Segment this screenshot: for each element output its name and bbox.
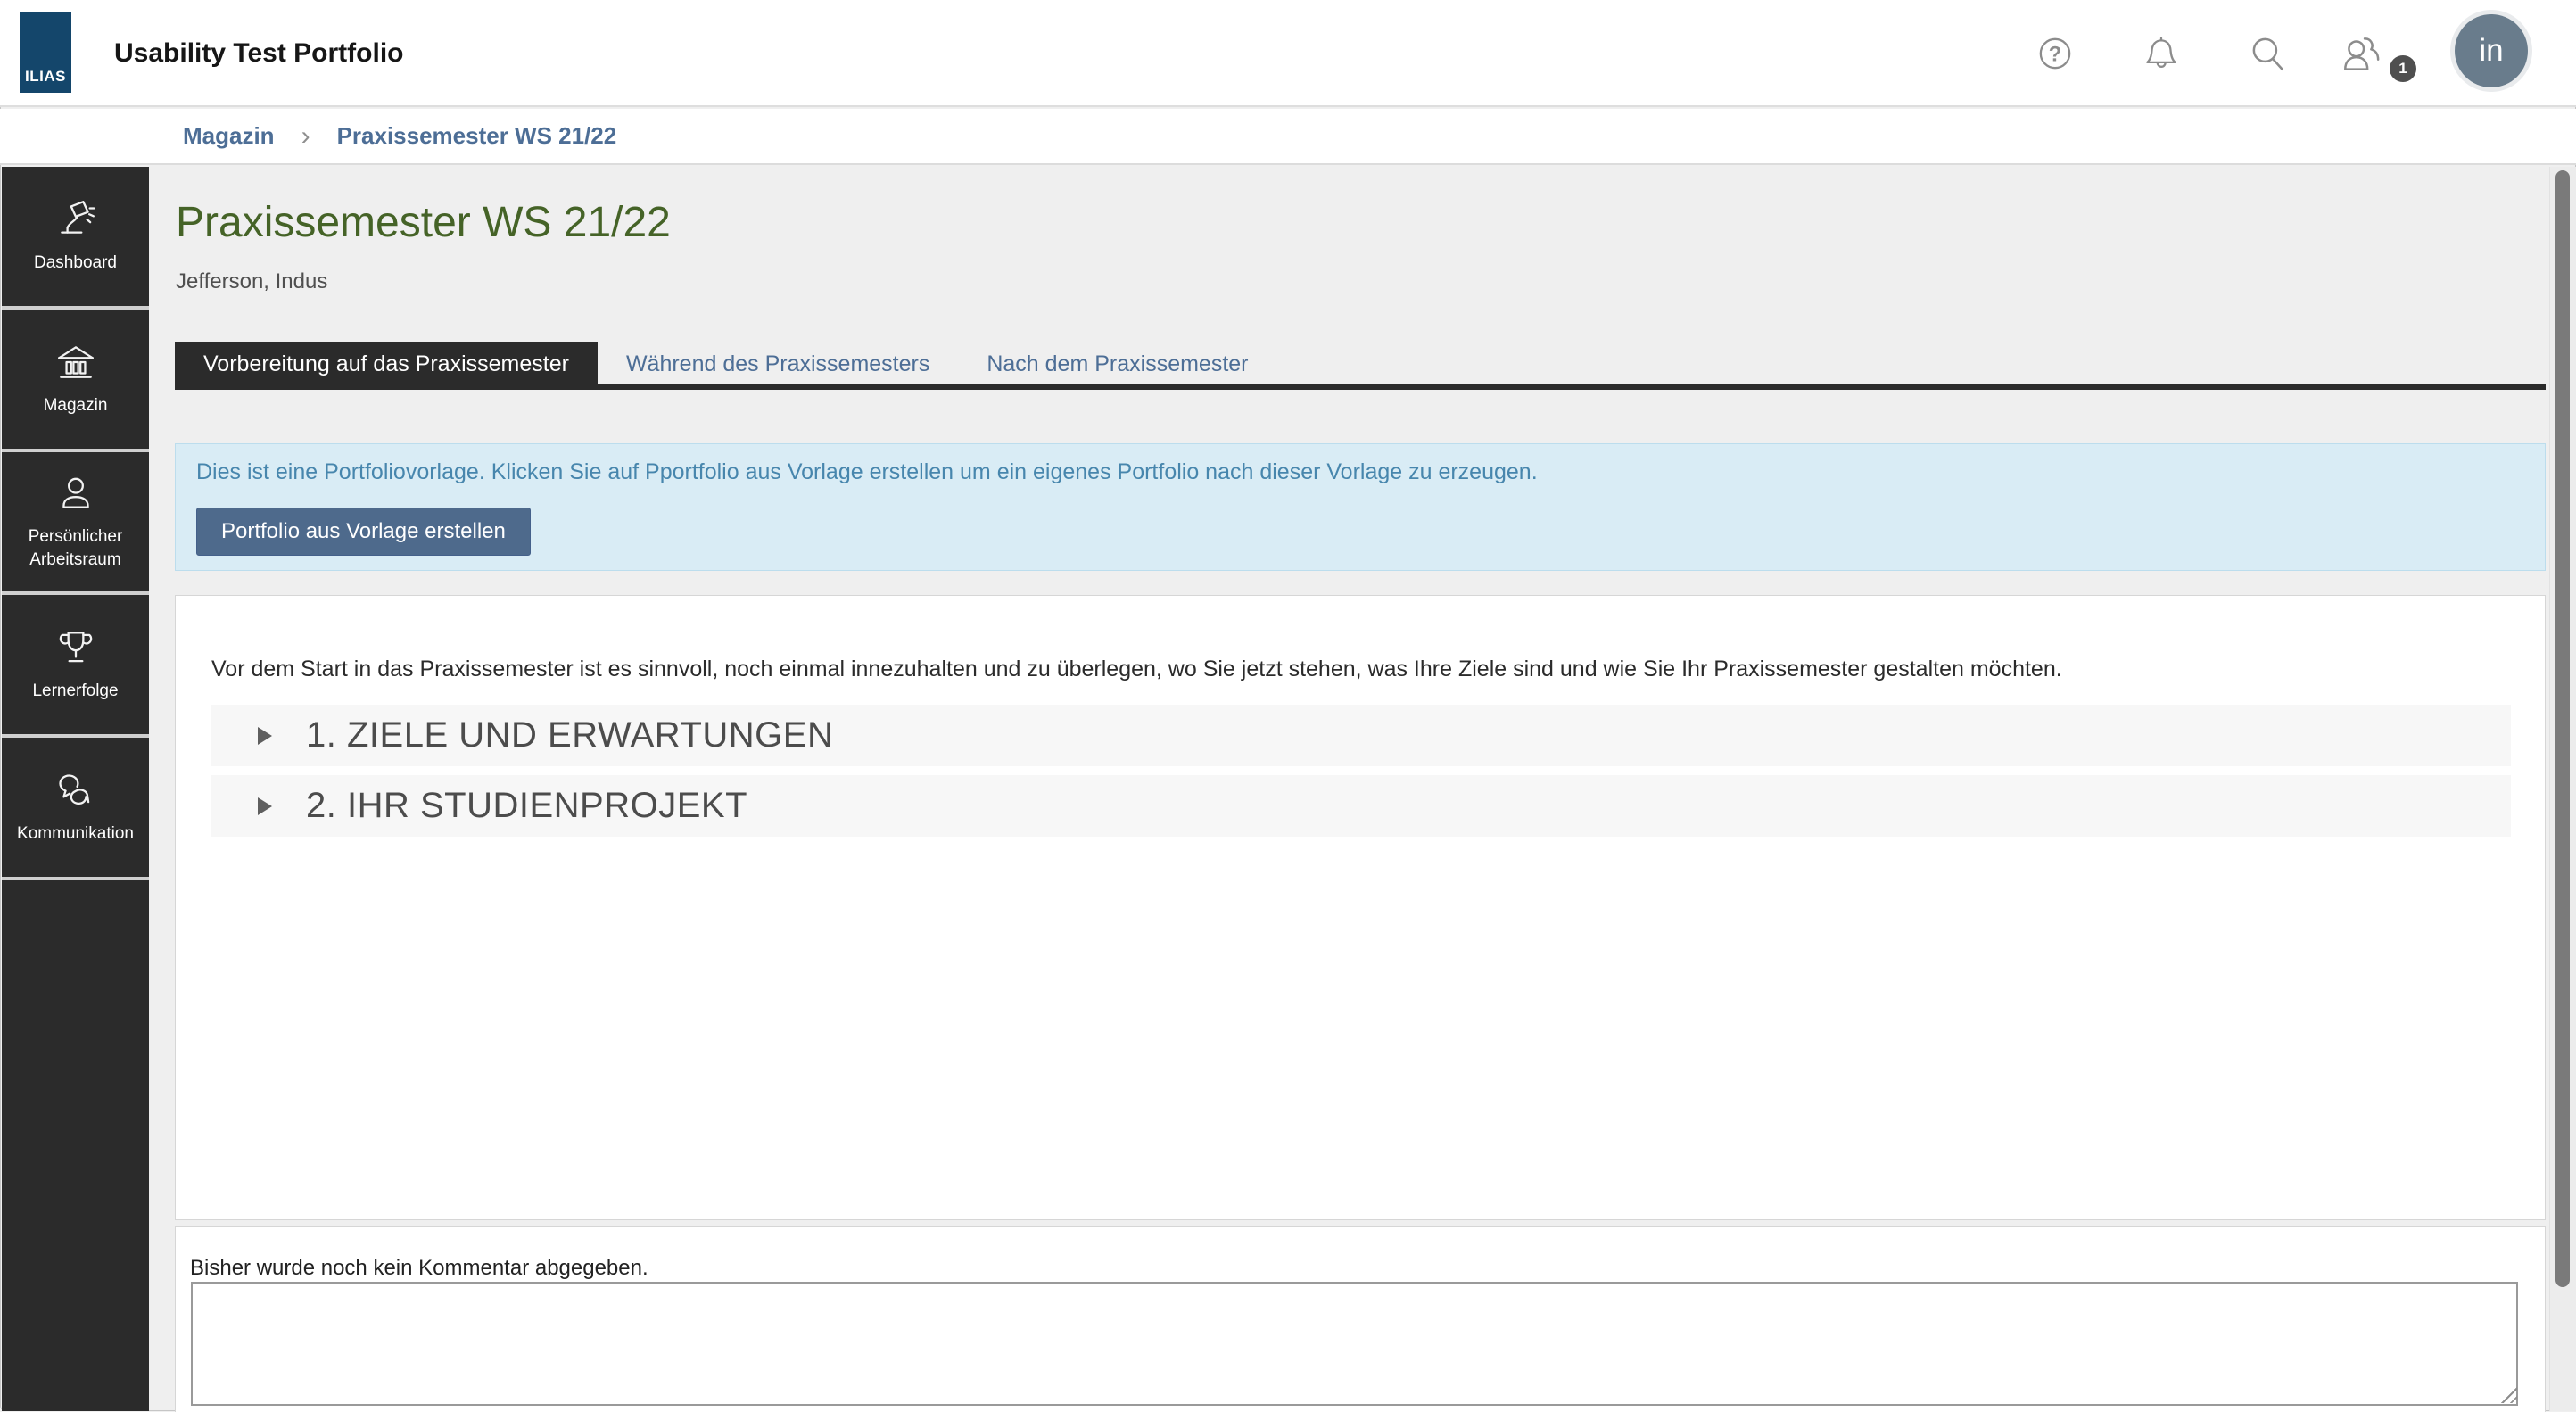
ilias-portfolio-page: { "colors": { "logo_bg": "#14466b", "pag… <box>0 0 2576 1411</box>
search-icon[interactable] <box>2246 32 2289 75</box>
svg-text:?: ? <box>2049 42 2062 66</box>
sidebar-item-label: Magazin <box>35 394 117 417</box>
comments-empty-message: Bisher wurde noch kein Kommentar abgegeb… <box>190 1256 648 1281</box>
breadcrumb-current-page[interactable]: Praxissemester WS 21/22 <box>337 122 617 150</box>
breadcrumb: Magazin › Praxissemester WS 21/22 <box>0 109 2576 165</box>
info-banner-text: Dies ist eine Portfoliovorlage. Klicken … <box>196 459 1538 485</box>
sidebar-item-kommunikation[interactable]: Kommunikation <box>2 738 149 877</box>
sidebar-item-label: Persönlicher Arbeitsraum <box>2 525 149 571</box>
page-title: Praxissemester WS 21/22 <box>176 198 671 247</box>
scrollbar-thumb[interactable] <box>2555 170 2570 1287</box>
info-banner: Dies ist eine Portfoliovorlage. Klicken … <box>175 443 2546 571</box>
speech-bubbles-icon <box>54 769 97 812</box>
ilias-logo[interactable]: ILIAS <box>20 12 71 93</box>
trophy-icon <box>54 626 97 669</box>
who-is-online-icon[interactable] <box>2339 30 2387 77</box>
person-icon <box>54 472 97 515</box>
accordion-ziele-und-erwartungen[interactable]: 1. ZIELE UND ERWARTUNGEN <box>211 705 2511 766</box>
chevron-right-icon: › <box>301 121 310 152</box>
comment-input[interactable] <box>191 1282 2518 1406</box>
accordion-title: 2. IHR STUDIENPROJEKT <box>306 786 747 826</box>
sidebar-item-lernerfolge[interactable]: Lernerfolge <box>2 595 149 734</box>
tab-vorbereitung[interactable]: Vorbereitung auf das Praxissemester <box>175 342 598 390</box>
sidebar-item-label: Kommunikation <box>8 822 143 846</box>
sidebar-item-persoenlicher-arbeitsraum[interactable]: Persönlicher Arbeitsraum <box>2 452 149 591</box>
notifications-bell-icon[interactable] <box>2140 32 2183 75</box>
expand-triangle-icon <box>258 727 272 745</box>
desk-lamp-icon <box>54 198 97 241</box>
accordion-ihr-studienprojekt[interactable]: 2. IHR STUDIENPROJEKT <box>211 775 2511 837</box>
tab-waehrend[interactable]: Während des Praxissemesters <box>598 342 958 384</box>
sidebar-item-magazin[interactable]: Magazin <box>2 310 149 449</box>
museum-building-icon <box>54 341 97 384</box>
sidebar-item-label: Dashboard <box>25 252 126 275</box>
sidebar-item-dashboard[interactable]: Dashboard <box>2 167 149 306</box>
avatar[interactable]: in <box>2455 14 2528 87</box>
accordion-list: 1. ZIELE UND ERWARTUNGEN 2. IHR STUDIENP… <box>211 705 2511 846</box>
ilias-logo-label: ILIAS <box>25 68 66 86</box>
help-icon[interactable]: ? <box>2034 32 2076 75</box>
breadcrumb-link-magazin[interactable]: Magazin <box>183 122 275 150</box>
tab-nach[interactable]: Nach dem Praxissemester <box>958 342 1276 384</box>
online-counter-badge: 1 <box>2390 55 2416 82</box>
avatar-initials: in <box>2479 33 2503 69</box>
sidebar-item-label: Lernerfolge <box>23 680 127 703</box>
intro-paragraph: Vor dem Start in das Praxissemester ist … <box>211 656 2513 682</box>
create-portfolio-from-template-button[interactable]: Portfolio aus Vorlage erstellen <box>196 508 531 556</box>
main-sidebar: Dashboard Magazin Persönlicher Arbeitsra… <box>2 167 149 1411</box>
tab-bar: Vorbereitung auf das Praxissemester Währ… <box>175 342 1277 390</box>
page-owner: Jefferson, Indus <box>176 269 327 294</box>
portfolio-page-panel: Vor dem Start in das Praxissemester ist … <box>175 595 2546 1220</box>
expand-triangle-icon <box>258 797 272 815</box>
comments-panel: Bisher wurde noch kein Kommentar abgegeb… <box>175 1226 2546 1412</box>
page-context-title: Usability Test Portfolio <box>114 38 403 69</box>
sidebar-filler <box>2 880 149 1411</box>
accordion-title: 1. ZIELE UND ERWARTUNGEN <box>306 715 833 756</box>
top-header: ILIAS Usability Test Portfolio ? 1 in <box>0 0 2576 107</box>
scrollbar-track[interactable] <box>2549 167 2576 1411</box>
